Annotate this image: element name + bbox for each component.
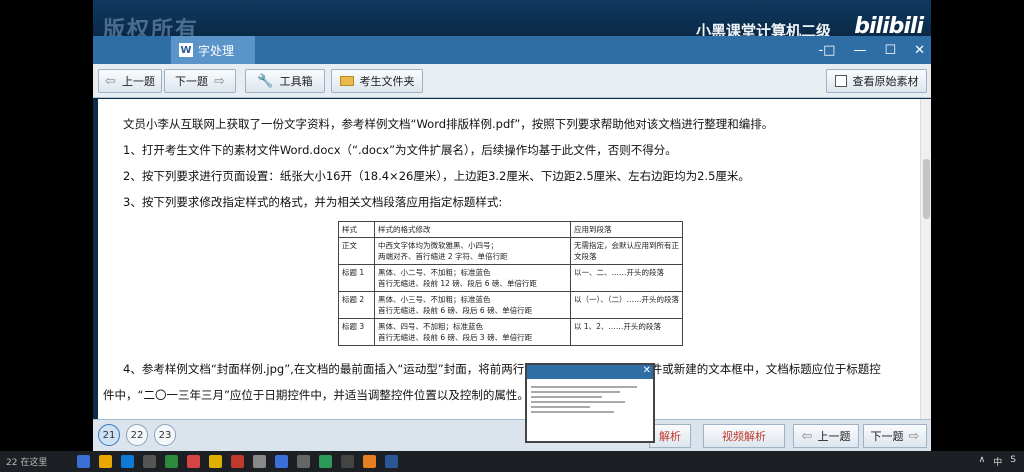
bottom-prev-label: 上一题 <box>817 430 851 443</box>
arrow-left-icon: ⇦ <box>105 73 116 89</box>
thumbnail-content <box>527 379 653 420</box>
video-frame: 版权所有 小黑课堂计算机二级 bilibili W 字处理 -□ — ☐ ✕ ⇦… <box>93 0 931 472</box>
file-explorer-icon[interactable] <box>99 455 113 468</box>
thumbnail-titlebar <box>527 365 653 379</box>
table-cell: 黑体、小二号、不加粗；标准蓝色 首行无缩进、段前 12 磅、段后 6 磅、单倍行… <box>374 264 571 292</box>
table-cell: 以一、二、……开头的段落 <box>570 264 683 292</box>
app-icon[interactable] <box>209 455 223 468</box>
view-original-label: 查看原始素材 <box>852 75 919 88</box>
wrench-icon: 🔧 <box>257 73 274 89</box>
app-icon[interactable] <box>253 455 267 468</box>
style-table: 样式 样式的格式修改 应用到段落 正文 中西文字体均为微软雅黑、小四号； 两端对… <box>338 221 683 346</box>
table-row: 标题 2 黑体、小三号、不加粗；标准蓝色 首行无缩进、段前 6 磅、段后 6 磅… <box>338 291 683 319</box>
sogou-icon[interactable]: S <box>1010 455 1016 468</box>
app-icon[interactable] <box>319 455 333 468</box>
scroll-thumb[interactable] <box>923 159 930 219</box>
question-content: 文员小李从互联网上获取了一份文字资料，参考样例文档“Word排版样例.pdf”，… <box>98 99 920 419</box>
table-cell: 以（一）、（二）……开头的段落 <box>570 291 683 319</box>
app-icon[interactable] <box>143 455 157 468</box>
task-view-icon[interactable] <box>77 455 91 468</box>
table-header-cell: 样式 <box>338 221 375 238</box>
word-taskbar-icon[interactable] <box>385 455 399 468</box>
next-question-button[interactable]: 下一题 ⇨ <box>164 69 236 93</box>
edge-icon[interactable] <box>121 455 135 468</box>
table-header-row: 样式 样式的格式修改 应用到段落 <box>338 221 683 238</box>
page-23-button[interactable]: 23 <box>154 424 176 446</box>
view-original-button[interactable]: 查看原始素材 <box>826 69 927 93</box>
vertical-scrollbar[interactable] <box>920 99 931 419</box>
restore-icon[interactable]: -□ <box>818 43 835 58</box>
window-controls: -□ — ☐ ✕ <box>818 36 925 64</box>
step-3: 3、按下列要求修改指定样式的格式，并为相关文档段落应用指定标题样式: <box>123 195 503 209</box>
app-titlebar: W 字处理 -□ — ☐ ✕ <box>93 36 931 64</box>
table-cell: 无需指定，会默认应用到所有正文段落 <box>570 237 683 265</box>
table-row: 标题 1 黑体、小二号、不加粗；标准蓝色 首行无缩进、段前 12 磅、段后 6 … <box>338 264 683 292</box>
wechat-icon[interactable] <box>165 455 179 468</box>
step-2: 2、按下列要求进行页面设置：纸张大小16开（18.4×26厘米），上边距3.2厘… <box>123 169 750 183</box>
arrow-right-icon: ⇨ <box>214 73 225 89</box>
page-22-button[interactable]: 22 <box>126 424 148 446</box>
app-icon[interactable] <box>341 455 355 468</box>
step-4-line2: 件中，“二〇一三年三月”应位于日期控件中，并适当调整控件位置以及控制的属性。 <box>103 388 529 402</box>
table-cell: 黑体、小三号、不加粗；标准蓝色 首行无缩进、段前 6 磅、段后 6 磅、单倍行距 <box>374 291 571 319</box>
document-icon <box>834 75 847 87</box>
table-cell: 正文 <box>338 237 375 265</box>
word-app-tab[interactable]: W 字处理 <box>171 36 255 64</box>
table-cell: 标题 2 <box>338 291 375 319</box>
system-tray: ∧ 中 S <box>979 455 1016 468</box>
intro-paragraph: 文员小李从互联网上获取了一份文字资料，参考样例文档“Word排版样例.pdf”，… <box>123 117 774 131</box>
netease-music-icon[interactable] <box>231 455 245 468</box>
exam-folder-button[interactable]: 考生文件夹 <box>331 69 423 93</box>
bottom-next-button[interactable]: 下一题 ⇨ <box>863 424 927 448</box>
folder-icon <box>339 76 354 86</box>
maximize-icon[interactable]: ☐ <box>884 43 896 58</box>
app-icon[interactable] <box>275 455 289 468</box>
next-label: 下一题 <box>175 75 209 88</box>
arrow-right-icon: ⇨ <box>908 428 920 444</box>
minimize-icon[interactable]: — <box>853 43 866 58</box>
toolbox-button[interactable]: 🔧 工具箱 <box>245 69 325 93</box>
prev-question-button[interactable]: ⇦ 上一题 <box>98 69 162 93</box>
table-cell: 黑体、四号、不加粗；标准蓝色 首行无缩进、段前 6 磅、段后 3 磅、单倍行距 <box>374 318 571 346</box>
table-header-cell: 样式的格式修改 <box>374 221 571 238</box>
table-header-cell: 应用到段落 <box>570 221 683 238</box>
video-banner: 版权所有 小黑课堂计算机二级 bilibili <box>93 0 931 43</box>
app-icon[interactable] <box>187 455 201 468</box>
bottom-next-label: 下一题 <box>870 430 904 443</box>
table-row: 正文 中西文字体均为微软雅黑、小四号； 两端对齐、首行缩进 2 字符、单倍行距 … <box>338 237 683 265</box>
close-icon[interactable]: ✕ <box>914 43 925 58</box>
table-cell: 标题 1 <box>338 264 375 292</box>
video-analysis-button[interactable]: 视频解析 <box>703 424 785 448</box>
close-icon[interactable]: ✕ <box>643 365 651 376</box>
toolbox-label: 工具箱 <box>279 75 313 88</box>
input-method-indicator[interactable]: 中 <box>993 455 1002 468</box>
bottom-navigation: 21 22 23 解析 视频解析 ⇦ 上一题 下一题 ⇨ <box>93 419 931 451</box>
table-row: 标题 3 黑体、四号、不加粗；标准蓝色 首行无缩进、段前 6 磅、段后 3 磅、… <box>338 318 683 346</box>
table-cell: 中西文字体均为微软雅黑、小四号； 两端对齐、首行缩进 2 字符、单倍行距 <box>374 237 571 265</box>
prev-label: 上一题 <box>121 75 155 88</box>
analysis-button[interactable]: 解析 <box>649 424 691 448</box>
window-preview-thumbnail[interactable]: ✕ <box>525 363 655 443</box>
app-tab-label: 字处理 <box>198 43 235 58</box>
table-cell: 标题 3 <box>338 318 375 346</box>
main-toolbar: ⇦ 上一题 下一题 ⇨ 🔧 工具箱 考生文件夹 查看原始素材 <box>93 64 931 98</box>
app-icon[interactable] <box>297 455 311 468</box>
taskbar-search[interactable]: 22 在这里 <box>6 455 47 468</box>
app-icon[interactable] <box>363 455 377 468</box>
step-1: 1、打开考生文件下的素材文件Word.docx（“.docx”为文件扩展名），后… <box>123 143 677 157</box>
page-21-button[interactable]: 21 <box>98 424 120 446</box>
bottom-prev-button[interactable]: ⇦ 上一题 <box>793 424 859 448</box>
step-4-line1: 4、参考样例文档“封面样例.jpg”,在文档的最前面插入“运动型”封面，将前两行… <box>123 362 881 376</box>
table-cell: 以 1、2、……开头的段落 <box>570 318 683 346</box>
word-icon: W <box>179 43 193 57</box>
windows-taskbar: 22 在这里 ∧ 中 S <box>0 451 1024 472</box>
exam-folder-label: 考生文件夹 <box>359 75 415 88</box>
arrow-left-icon: ⇦ <box>801 428 813 444</box>
tray-expand-icon[interactable]: ∧ <box>979 455 986 468</box>
